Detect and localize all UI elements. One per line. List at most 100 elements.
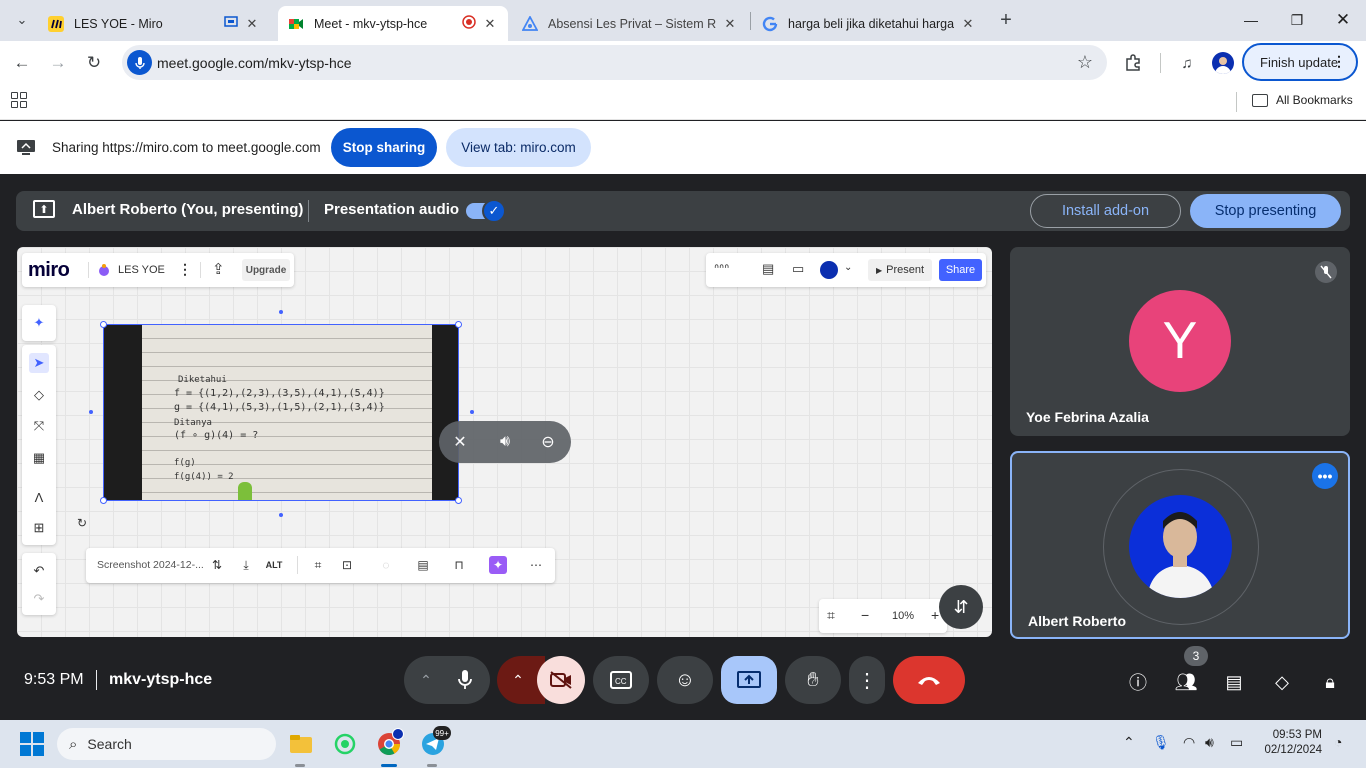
view-tab-button[interactable]: View tab: miro.com (446, 128, 591, 167)
tab-google-search[interactable]: harga beli jika diketahui harga j ✕ (752, 6, 986, 41)
resize-handle[interactable] (100, 497, 107, 504)
tab-meet[interactable]: Meet - mkv-ytsp-hce ✕ (278, 6, 508, 41)
wifi-icon[interactable]: ◠ (1183, 734, 1195, 751)
apps-grid-icon[interactable] (11, 92, 27, 108)
bookmark-star-icon[interactable]: ☆ (1077, 52, 1093, 73)
back-button[interactable]: ← (8, 49, 36, 77)
site-mic-icon[interactable] (127, 50, 152, 75)
stop-sharing-button[interactable]: Stop sharing (331, 128, 437, 167)
restore-button[interactable]: ❐ (1274, 0, 1320, 40)
reload-button[interactable]: ↻ (80, 49, 108, 77)
upgrade-button[interactable]: Upgrade (242, 259, 290, 281)
muted-mic-icon[interactable]: ✕ (449, 431, 471, 453)
collaborator-avatar[interactable] (820, 261, 838, 279)
volume-icon[interactable]: 🔊︎ (494, 431, 516, 453)
tray-overflow-chevron-icon[interactable]: ⌃ (1123, 734, 1135, 751)
whatsapp-icon[interactable] (331, 730, 359, 758)
stop-presenting-button[interactable]: Stop presenting (1190, 194, 1341, 228)
people-icon[interactable]: 👥︎ (1173, 669, 1199, 695)
zoom-out-icon[interactable]: − (861, 607, 869, 623)
battery-icon[interactable]: ▭ (1230, 734, 1243, 751)
connect-icon[interactable]: ⤧ (29, 416, 49, 436)
chevron-down-icon[interactable]: ⌄ (844, 262, 852, 273)
reposition-button[interactable]: ⇵ (939, 585, 983, 629)
notifications-icon[interactable]: ◔ (1334, 734, 1342, 750)
video-call-icon[interactable]: ▭ (792, 261, 804, 277)
connector-dot[interactable] (279, 310, 283, 314)
shapes-icon[interactable]: ◇ (29, 385, 49, 405)
zoom-in-icon[interactable]: + (931, 607, 939, 623)
activities-icon[interactable]: ◇ (1269, 669, 1295, 695)
presentation-audio-toggle[interactable]: ✓ (466, 199, 506, 223)
volume-icon[interactable]: 🔊︎ (1205, 734, 1214, 751)
microphone-in-use-icon[interactable]: 🎙︎ (1152, 734, 1170, 751)
rotate-handle-icon[interactable]: ↻ (77, 516, 87, 530)
new-tab-button[interactable]: + (994, 9, 1018, 33)
address-bar[interactable]: meet.google.com/mkv-ytsp-hce ☆ (122, 45, 1107, 80)
finish-update-button[interactable]: Finish update ⋮ (1242, 43, 1358, 81)
connector-dot[interactable] (279, 513, 283, 517)
resize-handle[interactable] (100, 321, 107, 328)
reactions-icon[interactable]: ᐢᐢᐢ (714, 261, 729, 277)
share-button[interactable]: Share (939, 259, 982, 281)
lock-icon[interactable]: ⊓ (450, 556, 468, 574)
handwritten-notes-image[interactable]: Diketahui f = {(1,2),(2,3),(3,5),(4,1),(… (103, 324, 459, 501)
loading-icon[interactable]: ◌ (377, 556, 395, 574)
leave-call-button[interactable] (893, 656, 965, 704)
present-now-button[interactable] (721, 656, 777, 704)
resize-handle[interactable] (455, 497, 462, 504)
connector-dot[interactable] (89, 410, 93, 414)
resize-handle[interactable] (455, 321, 462, 328)
install-addon-button[interactable]: Install add-on (1030, 194, 1181, 228)
present-button[interactable]: ▶ Present (868, 259, 932, 281)
tab-close-icon[interactable]: ✕ (244, 16, 260, 32)
board-menu-icon[interactable]: ⋮ (178, 261, 192, 278)
file-explorer-icon[interactable] (287, 730, 315, 758)
alt-text-button[interactable]: ALT (265, 556, 283, 574)
tab-close-icon[interactable]: ✕ (722, 16, 738, 32)
fit-screen-icon[interactable]: ⌗ (827, 607, 835, 624)
add-icon[interactable]: ⊞ (29, 518, 49, 538)
more-options-button[interactable]: ⋮ (849, 656, 885, 704)
tab-absensi[interactable]: Absensi Les Privat – Sistem Rua ✕ (512, 6, 748, 41)
comments-icon[interactable]: ▤ (762, 261, 774, 277)
more-options-icon[interactable]: ••• (1312, 463, 1338, 489)
host-controls-icon[interactable]: 🔒︎ (1317, 669, 1343, 695)
all-bookmarks-button[interactable]: All Bookmarks (1252, 93, 1353, 107)
comment-icon[interactable]: ▤ (414, 556, 432, 574)
crop-icon[interactable]: ⌗ (309, 556, 327, 574)
download-icon[interactable]: ⤓ (237, 556, 255, 574)
taskbar-clock[interactable]: 09:53 PM 02/12/2024 (1262, 728, 1322, 758)
tab-close-icon[interactable]: ✕ (482, 16, 498, 32)
windows-start-icon[interactable] (20, 732, 44, 756)
minimize-button[interactable]: — (1228, 0, 1274, 40)
export-icon[interactable]: ⇪ (212, 260, 225, 278)
image-name[interactable]: Screenshot 2024-12-... (97, 559, 204, 571)
tab-search-chevron-icon[interactable]: ⌄ (10, 8, 34, 32)
raise-hand-button[interactable]: ✋︎ (785, 656, 841, 704)
minus-circle-icon[interactable]: ⊖ (537, 431, 559, 453)
undo-icon[interactable]: ↶ (29, 561, 49, 581)
participant-tile-self[interactable]: ••• Albert Roberto (1010, 451, 1350, 639)
captions-button[interactable]: CC (593, 656, 649, 704)
ai-sparkle-icon[interactable]: ✦ (29, 313, 49, 333)
zoom-level[interactable]: 10% (892, 610, 914, 622)
miro-logo[interactable]: miro (28, 259, 70, 282)
select-cursor-icon[interactable]: ➤ (29, 353, 49, 373)
swap-icon[interactable]: ⇅ (208, 556, 226, 574)
connector-dot[interactable] (470, 410, 474, 414)
redo-icon[interactable]: ↷ (29, 589, 49, 609)
templates-icon[interactable]: ▦ (29, 448, 49, 468)
media-control-icon[interactable]: ♫ (1176, 52, 1198, 74)
close-window-button[interactable]: ✕ (1320, 0, 1366, 40)
profile-avatar-icon[interactable] (1212, 52, 1234, 74)
participant-tile[interactable]: Y Yoe Febrina Azalia (1010, 247, 1350, 436)
camera-off-button[interactable] (537, 656, 585, 704)
pen-icon[interactable]: Ʌ (29, 487, 49, 507)
tab-close-icon[interactable]: ✕ (960, 16, 976, 32)
frame-icon[interactable]: ⊡ (338, 556, 356, 574)
emoji-button[interactable]: ☺ (657, 656, 713, 704)
tab-miro[interactable]: LES YOE - Miro ✕ (38, 6, 270, 41)
extensions-icon[interactable] (1122, 52, 1144, 74)
more-options-icon[interactable]: ⋯ (527, 556, 545, 574)
